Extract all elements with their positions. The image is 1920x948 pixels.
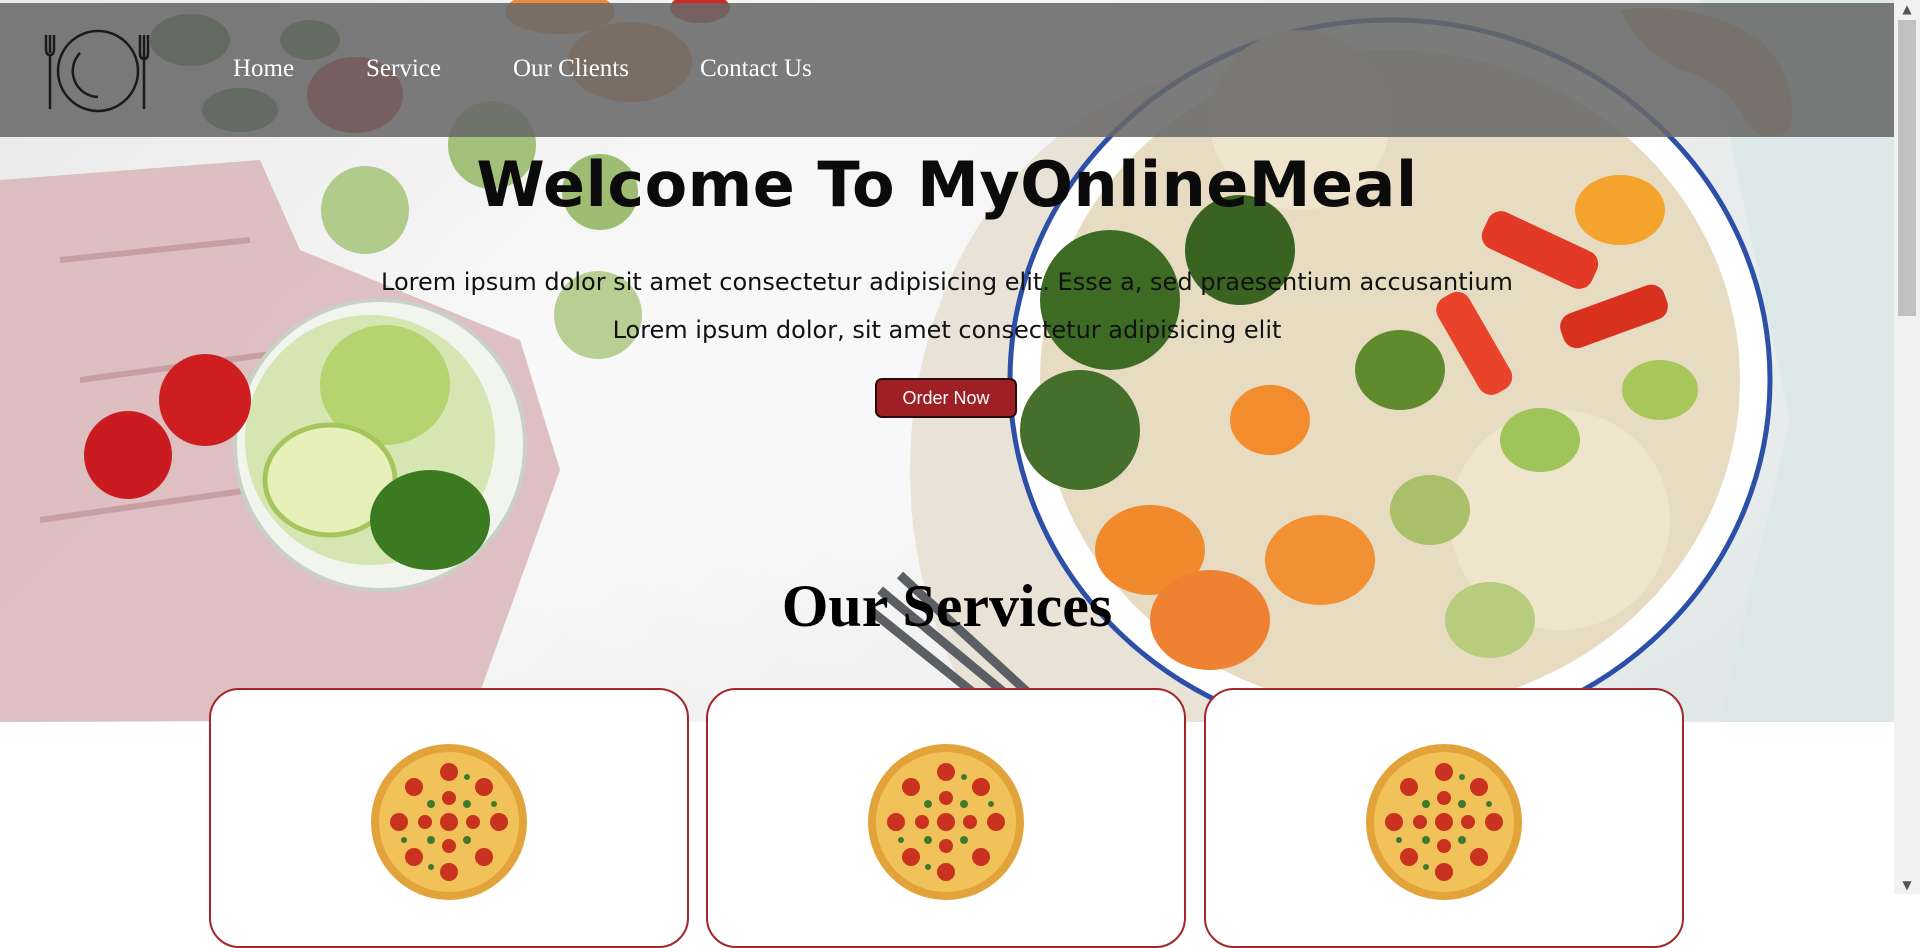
service-card[interactable] <box>1204 688 1684 948</box>
service-card[interactable] <box>209 688 689 948</box>
vertical-scrollbar[interactable]: ▲ ▼ <box>1894 0 1920 894</box>
hero-text-line-2: Lorem ipsum dolor, sit amet consectetur … <box>612 316 1282 344</box>
nav-link-contact-us[interactable]: Contact Us <box>700 55 812 83</box>
order-now-button[interactable]: Order Now <box>875 378 1017 418</box>
plate-cutlery-logo-icon[interactable] <box>40 23 156 119</box>
nav-link-service[interactable]: Service <box>366 55 441 83</box>
scrollbar-thumb[interactable] <box>1898 20 1916 316</box>
hero-title: Welcome To MyOnlineMeal <box>476 148 1418 221</box>
services-title: Our Services <box>781 573 1113 639</box>
nav-link-home[interactable]: Home <box>233 55 294 83</box>
scroll-up-arrow-icon[interactable]: ▲ <box>1894 0 1920 18</box>
scroll-down-arrow-icon[interactable]: ▼ <box>1894 876 1920 894</box>
hero-section: Home Service Our Clients Contact Us Welc… <box>0 0 1894 722</box>
pizza-image <box>868 744 1024 900</box>
service-card[interactable] <box>706 688 1186 948</box>
hero-text-line-1: Lorem ipsum dolor sit amet consectetur a… <box>381 268 1513 296</box>
pizza-image <box>371 744 527 900</box>
pizza-image <box>1366 744 1522 900</box>
nav-link-our-clients[interactable]: Our Clients <box>513 55 629 83</box>
top-navigation-bar: Home Service Our Clients Contact Us <box>0 3 1894 137</box>
